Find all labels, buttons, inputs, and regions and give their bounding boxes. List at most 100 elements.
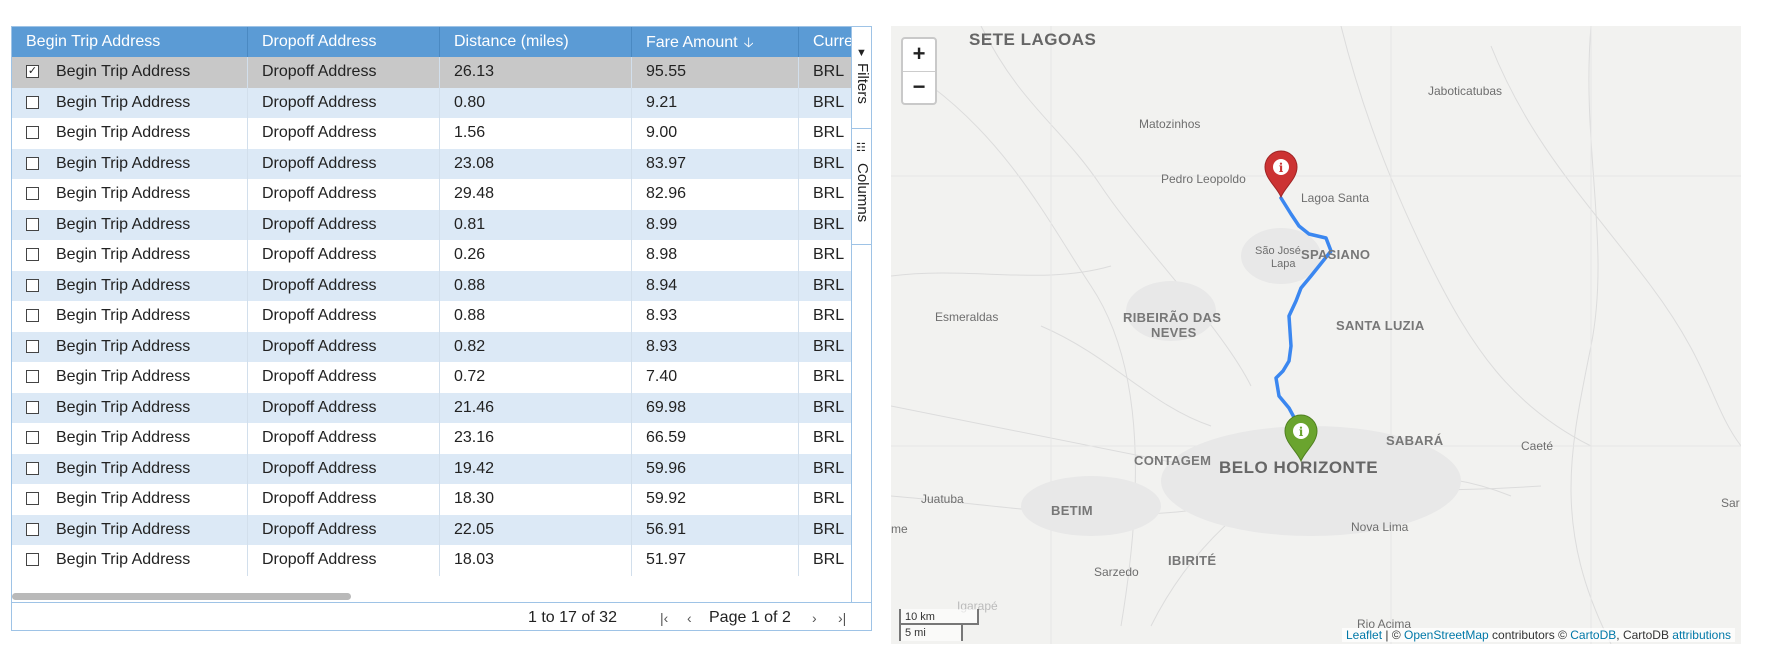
table-row[interactable]: Begin Trip Address Dropoff Address 23.08 83… — [12, 148, 851, 180]
table-row[interactable]: Begin Trip Address Dropoff Address 0.81 8.9… — [12, 209, 851, 240]
cell-text: BRL — [813, 276, 845, 294]
row-checkbox[interactable] — [26, 309, 39, 322]
table-cell-distance: 21.46 — [440, 392, 632, 423]
column-header-fare[interactable]: Fare Amount 🡣 — [632, 27, 799, 57]
table-cell-distance: 0.82 — [440, 331, 632, 362]
table-cell-currency: BRL — [799, 545, 851, 576]
table-cell-begin: Begin Trip Address — [12, 331, 248, 362]
table-cell-fare: 8.99 — [632, 209, 799, 240]
row-checkbox[interactable] — [26, 217, 39, 231]
cell-text: 0.81 — [454, 215, 486, 233]
place-label: RIBEIRÃO DAS — [1123, 310, 1222, 325]
leaflet-link[interactable]: Leaflet — [1346, 628, 1382, 642]
table-cell-dropoff: Dropoff Address — [248, 331, 440, 362]
table-row[interactable]: Begin Trip Address Dropoff Address 0.72 7.4… — [12, 362, 851, 393]
table-cell-currency: BRL — [799, 484, 851, 515]
cell-text: 26.13 — [454, 63, 495, 80]
row-checkbox[interactable] — [26, 522, 39, 536]
table-cell-fare: 69.98 — [632, 392, 799, 423]
table-row[interactable]: Begin Trip Address Dropoff Address 0.82 8.9… — [12, 331, 851, 363]
row-checkbox[interactable] — [26, 95, 39, 109]
row-checkbox[interactable] — [26, 248, 39, 261]
table-row[interactable]: Begin Trip Address Dropoff Address 19.42 59… — [12, 453, 851, 484]
table-cell-distance: 23.16 — [440, 423, 632, 454]
dropoff-marker[interactable]: i — [1263, 149, 1299, 199]
column-header-begin[interactable]: Begin Trip Address — [12, 27, 248, 57]
cell-text: 23.08 — [454, 154, 495, 172]
row-checkbox[interactable] — [26, 156, 39, 170]
table-row[interactable]: ✓ Begin Trip Address Dropoff Address 26.13 9… — [12, 57, 851, 88]
table-cell-begin: Begin Trip Address — [12, 179, 248, 210]
table-cell-dropoff: Dropoff Address — [248, 148, 440, 179]
row-checkbox[interactable] — [26, 431, 39, 444]
row-checkbox[interactable]: ✓ — [26, 65, 39, 78]
table-row[interactable]: Begin Trip Address Dropoff Address 18.30 59… — [12, 484, 851, 515]
row-checkbox[interactable] — [26, 278, 39, 292]
column-header-currency[interactable]: Currency — [799, 27, 851, 57]
tab-filters[interactable]: ▼ Filters — [852, 45, 871, 129]
prev-page-button[interactable]: ‹ — [687, 610, 692, 626]
first-page-button[interactable]: |‹ — [660, 610, 668, 626]
zoom-out-button[interactable]: − — [903, 72, 935, 104]
cell-text: 8.99 — [646, 215, 678, 233]
cell-text: 8.94 — [646, 276, 678, 294]
table-cell-begin: Begin Trip Address — [12, 209, 248, 240]
cell-text: 0.80 — [454, 93, 486, 111]
row-checkbox[interactable] — [26, 187, 39, 200]
table-row[interactable]: Begin Trip Address Dropoff Address 23.16 66… — [12, 423, 851, 454]
table-row[interactable]: Begin Trip Address Dropoff Address 1.56 9.0… — [12, 118, 851, 149]
row-checkbox[interactable] — [26, 553, 39, 566]
table-cell-dropoff: Dropoff Address — [248, 545, 440, 576]
table-row[interactable]: Begin Trip Address Dropoff Address 22.05 56… — [12, 514, 851, 545]
row-checkbox[interactable] — [26, 126, 39, 139]
last-page-button[interactable]: ›| — [838, 610, 846, 626]
filter-icon: ▼ — [856, 47, 867, 59]
table-cell-currency: BRL — [799, 118, 851, 149]
cell-text: BRL — [813, 93, 845, 111]
cell-text: 0.26 — [454, 246, 486, 263]
table-cell-begin: Begin Trip Address — [12, 514, 248, 545]
tab-columns[interactable]: ☷ Columns — [852, 135, 871, 245]
zoom-in-button[interactable]: + — [903, 39, 935, 72]
row-checkbox[interactable] — [26, 492, 39, 505]
horizontal-scrollbar[interactable] — [12, 593, 351, 600]
svg-text:i: i — [1279, 161, 1284, 175]
cartodb-link[interactable]: CartoDB — [1570, 628, 1616, 642]
table-cell-begin: Begin Trip Address — [12, 270, 248, 301]
table-row[interactable]: Begin Trip Address Dropoff Address 18.03 51… — [12, 545, 851, 576]
table-cell-fare: 56.91 — [632, 514, 799, 545]
cell-text: 18.03 — [454, 551, 495, 568]
column-header-dropoff[interactable]: Dropoff Address — [248, 27, 440, 57]
table-row[interactable]: Begin Trip Address Dropoff Address 29.48 82… — [12, 179, 851, 210]
row-checkbox[interactable] — [26, 400, 39, 414]
table-cell-dropoff: Dropoff Address — [248, 484, 440, 515]
cell-text: Dropoff Address — [262, 215, 377, 233]
next-page-button[interactable]: › — [812, 610, 817, 626]
attributions-link[interactable]: attributions — [1672, 628, 1731, 642]
osm-link[interactable]: OpenStreetMap — [1404, 628, 1489, 642]
cell-text: Dropoff Address — [262, 276, 377, 294]
row-checkbox[interactable] — [26, 339, 39, 353]
table-row[interactable]: Begin Trip Address Dropoff Address 0.88 8.9… — [12, 301, 851, 332]
table-cell-currency: BRL — [799, 332, 851, 363]
table-row[interactable]: Begin Trip Address Dropoff Address 0.26 8.9… — [12, 240, 851, 271]
cell-text: Begin Trip Address — [56, 551, 191, 568]
cell-text: Begin Trip Address — [56, 124, 191, 141]
row-checkbox[interactable] — [26, 370, 39, 383]
column-header-distance[interactable]: Distance (miles) — [440, 27, 632, 57]
trip-map[interactable]: SETE LAGOAS Jaboticatubas Matozinhos Ped… — [891, 26, 1741, 644]
table-cell-currency: BRL — [799, 149, 851, 180]
table-row[interactable]: Begin Trip Address Dropoff Address 0.80 9.2… — [12, 87, 851, 118]
place-label: Caeté — [1521, 439, 1554, 453]
place-label: NEVES — [1151, 325, 1197, 340]
pickup-marker[interactable]: i — [1283, 413, 1319, 463]
cell-text: BRL — [813, 459, 845, 477]
cell-text: Dropoff Address — [262, 246, 377, 263]
cell-text: Dropoff Address — [262, 185, 377, 202]
row-checkbox[interactable] — [26, 461, 39, 475]
cell-text: 59.92 — [646, 490, 687, 507]
table-row[interactable]: Begin Trip Address Dropoff Address 21.46 69… — [12, 392, 851, 423]
table-cell-fare: 8.93 — [632, 301, 799, 332]
table-row[interactable]: Begin Trip Address Dropoff Address 0.88 8.9… — [12, 270, 851, 301]
place-label: São José — [1255, 245, 1301, 257]
